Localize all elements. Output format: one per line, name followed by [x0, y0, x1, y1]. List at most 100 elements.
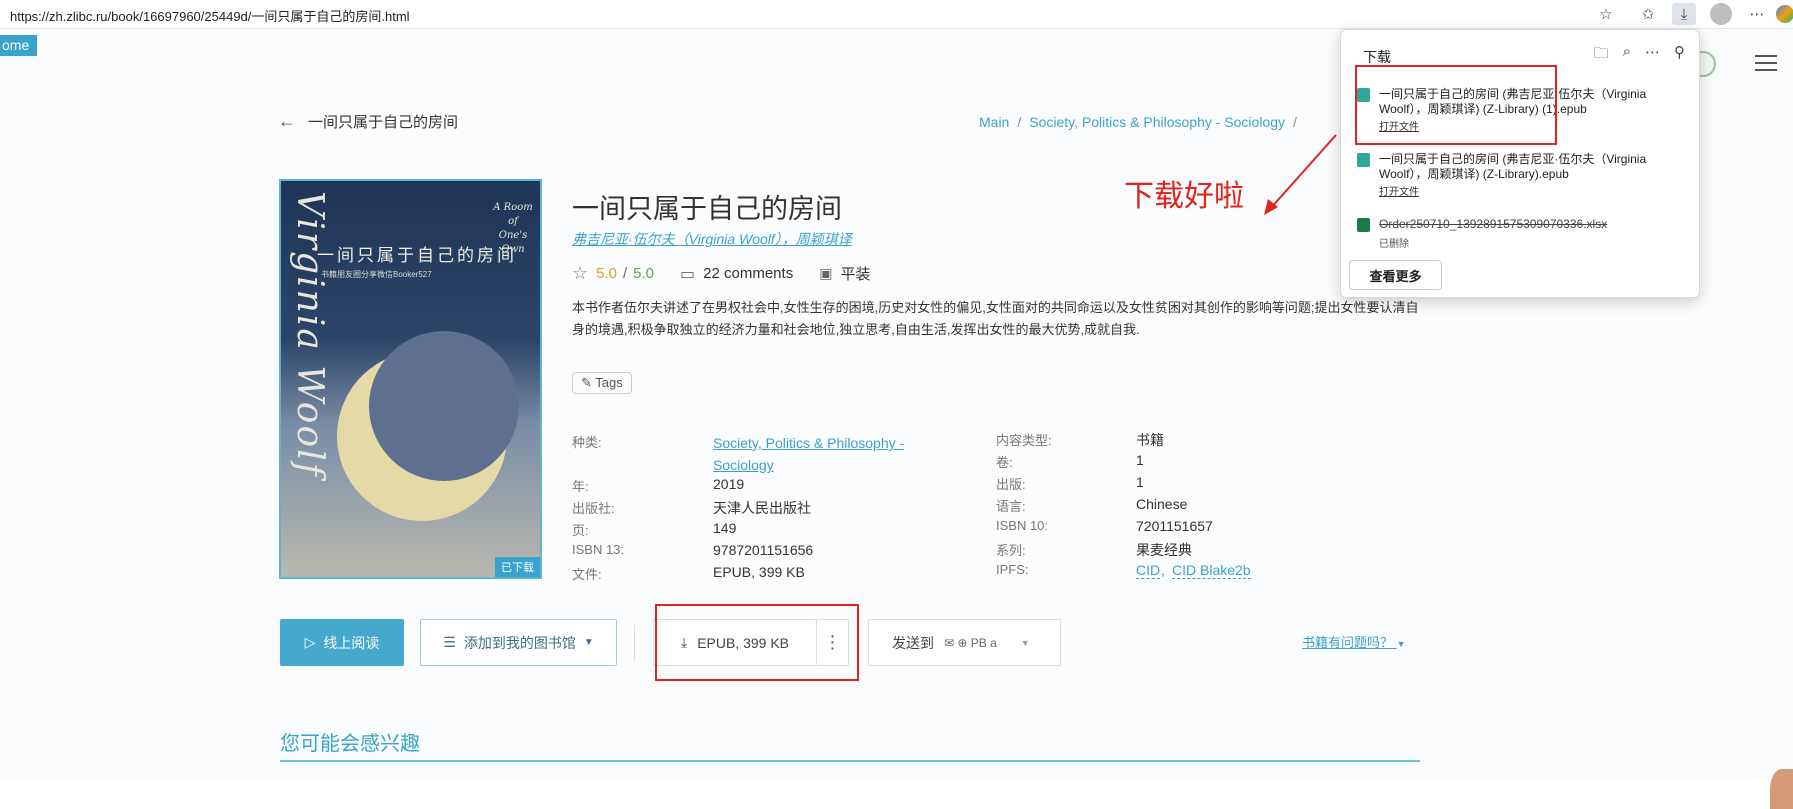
annotation-text: 下载好啦 — [1124, 180, 1244, 213]
detail-row: ISBN 10: 7201151657 — [996, 518, 1416, 540]
favorites-icon[interactable]: ✩ — [1636, 3, 1660, 25]
deleted-status: 已删除 — [1379, 239, 1409, 250]
cid-link[interactable]: CID — [1136, 562, 1161, 579]
detail-row: 页: 149 — [572, 520, 972, 542]
details-right: 内容类型: 书籍 卷: 1 出版: 1 语言: Chinese ISBN 10: 7201… — [996, 430, 1416, 584]
divider — [634, 625, 635, 661]
star-outline-icon[interactable]: ☆ — [1594, 3, 1618, 25]
detail-label: IPFS: — [996, 562, 1029, 577]
breadcrumb: Main / Society, Politics & Philosophy - So… — [979, 114, 1297, 130]
detail-label: ISBN 10: — [996, 518, 1049, 533]
home-badge[interactable]: ome — [0, 35, 38, 56]
detail-label: 出版: — [996, 477, 1026, 492]
downloads-panel: 下载 🗀 ⌕ ⋯ ⚲ 一间只属于自己的房间 (弗吉尼亚·伍尔夫（Virginia… — [1340, 29, 1700, 298]
highlight-box-download — [655, 604, 859, 681]
book-cover[interactable]: Virginia Woolf 一间只属于自己的房间 书籍朋友圈分享微信Booke… — [279, 179, 542, 579]
url-text[interactable]: https://zh.zlibc.ru/book/16697960/25449d… — [10, 6, 410, 25]
book-title: 一间只属于自己的房间 — [572, 194, 842, 224]
search-icon[interactable]: ⌕ — [1623, 43, 1631, 68]
book-author[interactable]: 弗吉尼亚·伍尔夫（Virginia Woolf），周颖琪译 — [572, 229, 852, 249]
breadcrumb-main[interactable]: Main — [979, 114, 1009, 130]
folder-icon[interactable]: 🗀 — [1594, 43, 1609, 68]
download-item-name: 一间只属于自己的房间 (弗吉尼亚·伍尔夫（Virginia Woolf），周颖琪… — [1379, 152, 1647, 181]
rating-value: 5.0 — [596, 265, 617, 282]
open-file-link[interactable]: 打开文件 — [1379, 183, 1419, 198]
details-left: 种类: Society, Politics & Philosophy - Soc… — [572, 432, 972, 586]
copilot-icon[interactable] — [1776, 5, 1793, 23]
detail-value: 1 — [1136, 452, 1144, 468]
download-item[interactable]: 一间只属于自己的房间 (弗吉尼亚·伍尔夫（Virginia Woolf），周颖琪… — [1357, 152, 1687, 198]
send-to-button[interactable]: 发送到 ✉ ⊕ PB a ▼ — [868, 619, 1061, 666]
cover-vertical-title: Virginia Woolf — [289, 191, 330, 478]
moon-shadow — [369, 331, 519, 481]
star-icon[interactable]: ☆ — [572, 263, 588, 284]
pin-icon[interactable]: ⚲ — [1674, 43, 1685, 68]
detail-value: 2019 — [713, 476, 745, 492]
pencil-icon: ✎ — [581, 375, 592, 390]
caret-down-icon: ▼ — [1396, 639, 1406, 649]
cid-blake2b-link[interactable]: CID Blake2b — [1172, 562, 1251, 579]
detail-value: 果麦经典 — [1136, 542, 1192, 558]
detail-row: 语言: Chinese — [996, 496, 1416, 518]
detail-value: 7201151657 — [1136, 518, 1213, 534]
see-more-button[interactable]: 查看更多 — [1349, 260, 1442, 290]
detail-label: 页: — [572, 523, 589, 538]
detail-label: 语言: — [996, 499, 1026, 514]
detail-value: 天津人民出版社 — [713, 500, 811, 516]
detail-label: 出版社: — [572, 501, 615, 516]
detail-label: 年: — [572, 479, 589, 494]
cover-en-title: A Room of One's Own — [493, 202, 533, 255]
back-title: 一间只属于自己的房间 — [308, 114, 459, 131]
book-meta: ☆ 5.0 / 5.0 ▭ 22 comments ▣ 平装 — [572, 263, 871, 284]
detail-row: 种类: Society, Politics & Philosophy - Soc… — [572, 432, 972, 476]
detail-row: ISBN 13: 9787201151656 — [572, 542, 972, 564]
cover-cn-title: 一间只属于自己的房间 — [317, 246, 517, 266]
menu-icon[interactable] — [1755, 55, 1777, 71]
caret-down-icon: ▼ — [583, 637, 594, 648]
tags-button[interactable]: ✎ Tags — [572, 372, 632, 394]
detail-value: 149 — [713, 520, 737, 536]
downloads-toolbar: 🗀 ⌕ ⋯ ⚲ — [1594, 43, 1685, 68]
profile-icon[interactable] — [1710, 3, 1732, 25]
send-targets-icons: ✉ ⊕ PB a — [944, 635, 997, 650]
category-link[interactable]: Society, Politics & Philosophy - Sociolo… — [713, 432, 953, 476]
download-item-name: Order250710_1392891575309070336.xlsx — [1379, 217, 1608, 231]
detail-value: Chinese — [1136, 496, 1188, 512]
detail-row: 出版社: 天津人民出版社 — [572, 498, 972, 520]
cover-subtitle: 书籍朋友圈分享微信Booker527 — [321, 270, 432, 279]
detail-row: 系列: 果麦经典 — [996, 540, 1416, 562]
detail-row: IPFS: CID , CID Blake2b — [996, 562, 1251, 579]
add-library-label: 添加到我的图书馆 — [463, 634, 576, 651]
report-problem-link[interactable]: 书籍有问题吗？ ▼ — [1302, 632, 1406, 651]
excel-file-icon — [1357, 218, 1370, 232]
download-item[interactable]: Order250710_1392891575309070336.xlsx 已删除 — [1357, 217, 1687, 250]
detail-row: 内容类型: 书籍 — [996, 430, 1416, 452]
detail-label: ISBN 13: — [572, 542, 625, 557]
annotation-arrow-icon — [1264, 134, 1337, 215]
downloaded-tag: 已下载 — [495, 557, 540, 577]
more-icon[interactable]: ⋯ — [1645, 43, 1660, 68]
comment-icon: ▭ — [680, 265, 696, 283]
detail-row: 文件: EPUB, 399 KB — [572, 564, 972, 586]
breadcrumb-category[interactable]: Society, Politics & Philosophy - Sociolo… — [1029, 114, 1285, 130]
comments-link[interactable]: 22 comments — [703, 265, 793, 282]
play-icon: ▷ — [304, 634, 316, 650]
section-underline — [280, 760, 1420, 762]
detail-row: 卷: 1 — [996, 452, 1416, 474]
detail-value: 书籍 — [1136, 432, 1164, 448]
read-online-button[interactable]: ▷ 线上阅读 — [280, 619, 404, 666]
back-link[interactable]: ← 一间只属于自己的房间 — [278, 111, 458, 132]
read-online-label: 线上阅读 — [323, 634, 380, 651]
detail-value: 9787201151656 — [713, 542, 814, 558]
add-to-library-button[interactable]: ☰ 添加到我的图书馆 ▼ — [420, 619, 617, 666]
detail-row: 年: 2019 — [572, 476, 972, 498]
breadcrumb-trailing-sep: / — [1293, 114, 1297, 130]
downloads-header: 下载 — [1363, 49, 1391, 65]
detail-value: 1 — [1136, 474, 1144, 490]
section-heading: 您可能会感兴趣 — [280, 733, 420, 755]
detail-row: 出版: 1 — [996, 474, 1416, 496]
detail-label: 种类: — [572, 435, 602, 450]
download-icon[interactable]: ⤓ — [1672, 3, 1696, 25]
more-icon[interactable]: ⋯ — [1745, 3, 1769, 25]
assistant-avatar[interactable] — [1770, 769, 1793, 809]
